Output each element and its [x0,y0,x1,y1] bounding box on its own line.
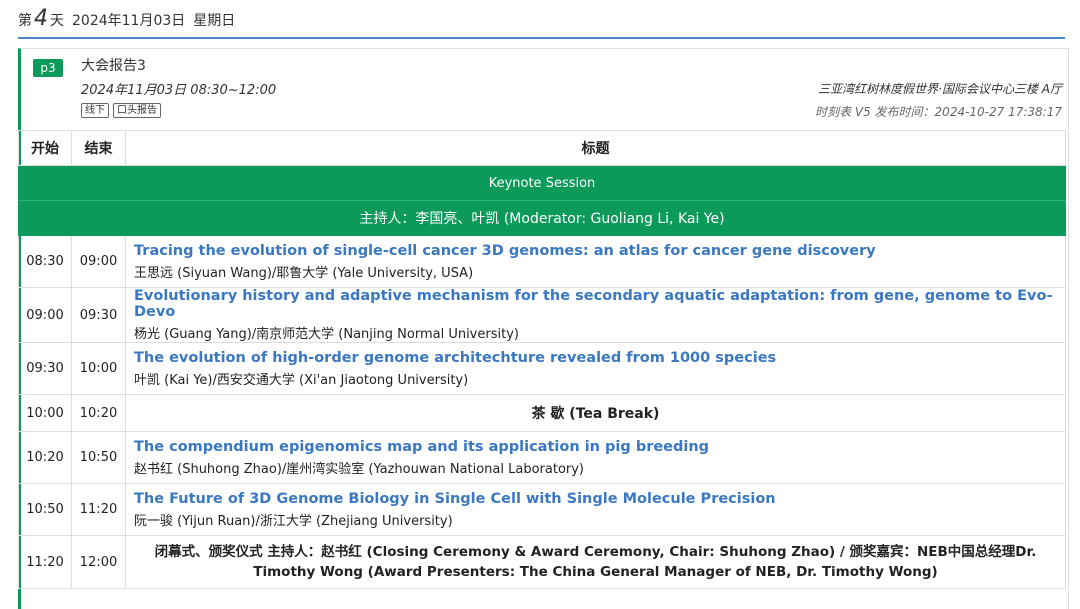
keynote-row: Keynote Session [18,165,1066,201]
row-end: 09:00 [71,235,126,288]
table-row: 09:00 09:30 Evolutionary history and ada… [18,287,1066,343]
speaker: 王思远 (Siyuan Wang)/耶鲁大学 (Yale University,… [134,265,474,281]
break-row: 10:00 10:20 茶 歇 (Tea Break) [18,394,1066,432]
speaker: 叶凯 (Kai Ye)/西安交通大学 (Xi'an Jiaotong Unive… [134,372,469,388]
talk-title-link[interactable]: Evolutionary history and adaptive mechan… [134,288,1065,320]
row-start: 10:50 [18,483,72,536]
speaker: 杨光 (Guang Yang)/南京师范大学 (Nanjing Normal U… [134,327,519,342]
speaker: 阮一骏 (Yijun Ruan)/浙江大学 (Zhejiang Universi… [134,513,453,529]
row-content: Tracing the evolution of single-cell can… [125,235,1066,288]
row-end: 10:00 [71,342,126,395]
speaker: 赵书红 (Shuhong Zhao)/崖州湾实验室 (Yazhouwan Nat… [134,461,585,477]
keynote-label: Keynote Session [18,165,1066,201]
header-title: 标题 [125,130,1066,166]
day-suffix: 天 [50,13,64,29]
row-start: 10:00 [18,394,72,432]
row-start: 09:30 [18,342,72,395]
session-time: 2024年11月03日 08:30~12:00 [81,83,277,98]
header-start: 开始 [18,130,72,166]
row-end: 11:20 [71,483,126,536]
session-tags: 线下 口头报告 [81,103,161,118]
row-content: The evolution of high-order genome archi… [125,342,1066,395]
talk-title-link[interactable]: Tracing the evolution of single-cell can… [134,243,1065,259]
row-content: The Future of 3D Genome Biology in Singl… [125,483,1066,536]
table-row: 09:30 10:00 The evolution of high-order … [18,342,1066,395]
header-end: 结束 [71,130,126,166]
session-title: 大会报告3 [81,58,146,74]
moderator-label: 主持人：李国亮、叶凯 (Moderator: Guoliang Li, Kai … [18,200,1066,236]
day-prefix: 第 [18,13,32,29]
session-code-badge: p3 [33,59,63,77]
day-heading: 第 4 天 2024年11月03日 星期日 [18,6,235,32]
row-end: 12:00 [71,535,126,589]
row-content: Evolutionary history and adaptive mechan… [125,287,1066,343]
row-start: 08:30 [18,235,72,288]
day-date: 2024年11月03日 [72,13,186,29]
row-content: The compendium epigenomics map and its a… [125,431,1066,484]
row-end: 10:20 [71,394,126,432]
session-venue: 三亚湾红树林度假世界·国际会议中心三楼 A厅 [818,82,1062,96]
moderator-row: 主持人：李国亮、叶凯 (Moderator: Guoliang Li, Kai … [18,200,1066,236]
closing-ceremony-label: 闭幕式、颁奖仪式 主持人：赵书红 (Closing Ceremony & Awa… [125,535,1066,589]
row-end: 09:30 [71,287,126,343]
row-end: 10:50 [71,431,126,484]
schedule-version: 时刻表 V5 发布时间：2024-10-27 17:38:17 [815,105,1062,119]
talk-title-link[interactable]: The Future of 3D Genome Biology in Singl… [134,491,1065,507]
tag-offline: 线下 [81,103,109,118]
talk-title-link[interactable]: The compendium epigenomics map and its a… [134,439,1065,455]
schedule-table: 开始 结束 标题 Keynote Session 主持人：李国亮、叶凯 (Mod… [18,130,1066,589]
table-row: 10:50 11:20 The Future of 3D Genome Biol… [18,483,1066,536]
day-weekday: 星期日 [193,13,236,29]
row-start: 09:00 [18,287,72,343]
break-label: 茶 歇 (Tea Break) [125,394,1066,432]
tag-oral: 口头报告 [113,103,161,118]
table-row: 10:20 10:50 The compendium epigenomics m… [18,431,1066,484]
divider [18,37,1065,39]
row-start: 10:20 [18,431,72,484]
day-number: 4 [34,6,48,31]
row-start: 11:20 [18,535,72,589]
closing-row: 11:20 12:00 闭幕式、颁奖仪式 主持人：赵书红 (Closing Ce… [18,535,1066,589]
talk-title-link[interactable]: The evolution of high-order genome archi… [134,350,1065,366]
table-header: 开始 结束 标题 [18,130,1066,166]
table-row: 08:30 09:00 Tracing the evolution of sin… [18,235,1066,288]
